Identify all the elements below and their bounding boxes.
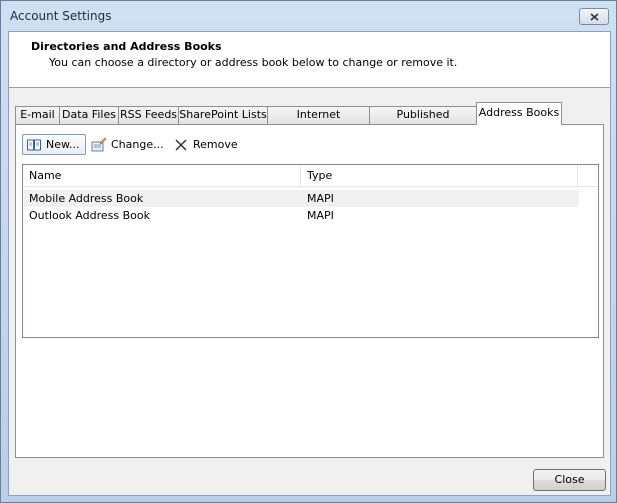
tab-published-calendars[interactable]: Published Calendars — [369, 106, 477, 137]
address-books-panel: New... Change... Remove Name Type Mobile… — [15, 124, 604, 458]
address-book-icon — [26, 137, 42, 153]
tab-address-books[interactable]: Address Books — [476, 102, 562, 125]
tab-strip: E-mail Data Files RSS Feeds SharePoint L… — [9, 102, 610, 137]
address-book-list[interactable]: Name Type Mobile Address Book MAPI Outlo… — [22, 164, 599, 338]
tab-email[interactable]: E-mail — [15, 106, 60, 124]
account-settings-window: Account Settings Directories and Address… — [0, 0, 617, 503]
dialog-body: Directories and Address Books You can ch… — [8, 31, 611, 496]
change-icon — [91, 137, 107, 153]
tab-data-files[interactable]: Data Files — [59, 106, 119, 124]
tab-rss-feeds[interactable]: RSS Feeds — [118, 106, 179, 124]
toolbar: New... Change... Remove — [22, 134, 582, 156]
table-row[interactable]: Mobile Address Book MAPI — [24, 190, 579, 207]
new-button[interactable]: New... — [22, 134, 86, 155]
row-type: MAPI — [307, 192, 334, 205]
header-panel: Directories and Address Books You can ch… — [9, 32, 610, 88]
row-name: Mobile Address Book — [29, 192, 144, 205]
row-name: Outlook Address Book — [29, 209, 151, 222]
close-button[interactable]: Close — [533, 469, 606, 491]
row-type: MAPI — [307, 209, 334, 222]
close-icon — [589, 12, 599, 21]
tab-internet-calendars[interactable]: Internet Calendars — [267, 106, 370, 137]
page-subtitle: You can choose a directory or address bo… — [49, 56, 458, 69]
change-button[interactable]: Change... — [88, 134, 166, 155]
tab-sharepoint-lists[interactable]: SharePoint Lists — [178, 106, 268, 124]
column-header-type[interactable]: Type — [301, 165, 578, 186]
remove-x-icon — [173, 137, 189, 153]
table-row[interactable]: Outlook Address Book MAPI — [24, 207, 579, 224]
page-title: Directories and Address Books — [31, 40, 222, 53]
window-title: Account Settings — [10, 9, 112, 23]
column-header-name[interactable]: Name — [23, 165, 301, 186]
title-bar[interactable]: Account Settings — [1, 1, 616, 31]
list-header: Name Type — [23, 165, 598, 187]
new-button-label: New... — [46, 138, 80, 151]
remove-button[interactable]: Remove — [170, 134, 240, 155]
window-close-button[interactable] — [579, 8, 609, 25]
remove-button-label: Remove — [193, 138, 238, 151]
change-button-label: Change... — [111, 138, 164, 151]
